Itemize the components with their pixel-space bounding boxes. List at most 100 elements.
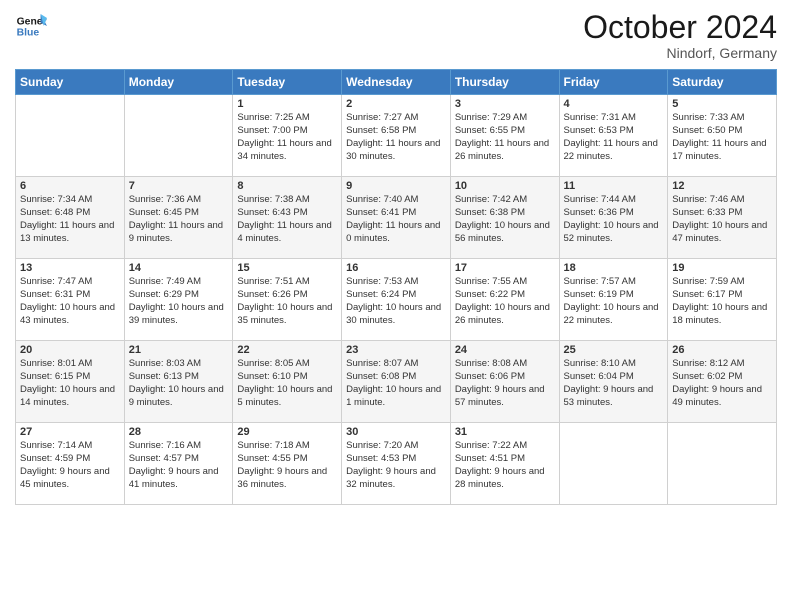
day-number: 2 bbox=[346, 98, 446, 110]
cell-content: Sunrise: 7:49 AM Sunset: 6:29 PM Dayligh… bbox=[129, 276, 229, 327]
day-number: 10 bbox=[455, 180, 555, 192]
cell-w4-d6: 25Sunrise: 8:10 AM Sunset: 6:04 PM Dayli… bbox=[559, 341, 668, 423]
cell-w4-d2: 21 Sunrise: 8:03 AM Sunset: 6:13 PM Dayli… bbox=[124, 341, 233, 423]
day-number: 29 bbox=[237, 426, 337, 438]
cell-w4-d1: 20 Sunrise: 8:01 AM Sunset: 6:15 PM Dayli… bbox=[16, 341, 125, 423]
cell-w4-d7: 26 Sunrise: 8:12 AM Sunset: 6:02 PM Dayli… bbox=[668, 341, 777, 423]
day-number: 19 bbox=[672, 262, 772, 274]
cell-w2-d7: 12 Sunrise: 7:46 AM Sunset: 6:33 PM Dayli… bbox=[668, 177, 777, 259]
cell-content: Sunrise: 8:01 AM Sunset: 6:15 PM Dayligh… bbox=[20, 358, 120, 409]
cell-content: Sunrise: 7:55 AM Sunset: 6:22 PM Dayligh… bbox=[455, 276, 555, 327]
cell-w2-d5: 10 Sunrise: 7:42 AM Sunset: 6:38 PM Dayli… bbox=[450, 177, 559, 259]
day-number: 1 bbox=[237, 98, 337, 110]
week-row-5: 27 Sunrise: 7:14 AM Sunset: 4:59 PM Dayli… bbox=[16, 423, 777, 505]
day-number: 14 bbox=[129, 262, 229, 274]
day-number: 27 bbox=[20, 426, 120, 438]
day-number: 5 bbox=[672, 98, 772, 110]
cell-content: Sunrise: 7:14 AM Sunset: 4:59 PM Dayligh… bbox=[20, 440, 120, 491]
cell-w5-d3: 29 Sunrise: 7:18 AM Sunset: 4:55 PM Dayli… bbox=[233, 423, 342, 505]
day-number: 31 bbox=[455, 426, 555, 438]
day-number: 30 bbox=[346, 426, 446, 438]
week-row-1: 1 Sunrise: 7:25 AM Sunset: 7:00 PM Daylig… bbox=[16, 95, 777, 177]
day-number: 16 bbox=[346, 262, 446, 274]
cell-content: Sunrise: 7:46 AM Sunset: 6:33 PM Dayligh… bbox=[672, 194, 772, 245]
cell-w3-d5: 17 Sunrise: 7:55 AM Sunset: 6:22 PM Dayli… bbox=[450, 259, 559, 341]
day-number: 9 bbox=[346, 180, 446, 192]
cell-content: Sunrise: 8:03 AM Sunset: 6:13 PM Dayligh… bbox=[129, 358, 229, 409]
cell-content: Sunrise: 7:27 AM Sunset: 6:58 PM Dayligh… bbox=[346, 112, 446, 163]
cell-w5-d5: 31Sunrise: 7:22 AM Sunset: 4:51 PM Dayli… bbox=[450, 423, 559, 505]
cell-content: Sunrise: 8:08 AM Sunset: 6:06 PM Dayligh… bbox=[455, 358, 555, 409]
cell-w5-d6 bbox=[559, 423, 668, 505]
cell-w1-d1 bbox=[16, 95, 125, 177]
cell-w1-d4: 2 Sunrise: 7:27 AM Sunset: 6:58 PM Daylig… bbox=[342, 95, 451, 177]
cell-w4-d3: 22Sunrise: 8:05 AM Sunset: 6:10 PM Dayli… bbox=[233, 341, 342, 423]
cell-w3-d6: 18 Sunrise: 7:57 AM Sunset: 6:19 PM Dayli… bbox=[559, 259, 668, 341]
cell-w4-d4: 23 Sunrise: 8:07 AM Sunset: 6:08 PM Dayli… bbox=[342, 341, 451, 423]
cell-w3-d4: 16 Sunrise: 7:53 AM Sunset: 6:24 PM Dayli… bbox=[342, 259, 451, 341]
svg-text:Blue: Blue bbox=[17, 28, 40, 39]
day-number: 17 bbox=[455, 262, 555, 274]
cell-w1-d7: 5 Sunrise: 7:33 AM Sunset: 6:50 PM Daylig… bbox=[668, 95, 777, 177]
cell-w1-d2 bbox=[124, 95, 233, 177]
day-number: 25 bbox=[564, 344, 664, 356]
day-number: 4 bbox=[564, 98, 664, 110]
day-number: 12 bbox=[672, 180, 772, 192]
col-saturday: Saturday bbox=[668, 70, 777, 95]
day-number: 26 bbox=[672, 344, 772, 356]
cell-w2-d6: 11Sunrise: 7:44 AM Sunset: 6:36 PM Dayli… bbox=[559, 177, 668, 259]
cell-w5-d4: 30 Sunrise: 7:20 AM Sunset: 4:53 PM Dayli… bbox=[342, 423, 451, 505]
day-number: 7 bbox=[129, 180, 229, 192]
day-number: 23 bbox=[346, 344, 446, 356]
cell-w2-d1: 6Sunrise: 7:34 AM Sunset: 6:48 PM Daylig… bbox=[16, 177, 125, 259]
day-number: 22 bbox=[237, 344, 337, 356]
day-number: 20 bbox=[20, 344, 120, 356]
cell-content: Sunrise: 7:53 AM Sunset: 6:24 PM Dayligh… bbox=[346, 276, 446, 327]
cell-content: Sunrise: 7:51 AM Sunset: 6:26 PM Dayligh… bbox=[237, 276, 337, 327]
cell-w3-d7: 19 Sunrise: 7:59 AM Sunset: 6:17 PM Dayli… bbox=[668, 259, 777, 341]
cell-content: Sunrise: 7:29 AM Sunset: 6:55 PM Dayligh… bbox=[455, 112, 555, 163]
col-thursday: Thursday bbox=[450, 70, 559, 95]
day-number: 15 bbox=[237, 262, 337, 274]
day-number: 28 bbox=[129, 426, 229, 438]
cell-content: Sunrise: 7:47 AM Sunset: 6:31 PM Dayligh… bbox=[20, 276, 120, 327]
cell-content: Sunrise: 7:20 AM Sunset: 4:53 PM Dayligh… bbox=[346, 440, 446, 491]
day-number: 18 bbox=[564, 262, 664, 274]
logo: General Blue bbox=[15, 10, 47, 42]
day-number: 8 bbox=[237, 180, 337, 192]
cell-w5-d7 bbox=[668, 423, 777, 505]
week-row-3: 13 Sunrise: 7:47 AM Sunset: 6:31 PM Dayli… bbox=[16, 259, 777, 341]
week-row-2: 6Sunrise: 7:34 AM Sunset: 6:48 PM Daylig… bbox=[16, 177, 777, 259]
cell-content: Sunrise: 7:40 AM Sunset: 6:41 PM Dayligh… bbox=[346, 194, 446, 245]
title-block: October 2024 Nindorf, Germany bbox=[583, 10, 777, 61]
calendar-table: Sunday Monday Tuesday Wednesday Thursday… bbox=[15, 69, 777, 505]
day-number: 13 bbox=[20, 262, 120, 274]
cell-w3-d2: 14 Sunrise: 7:49 AM Sunset: 6:29 PM Dayli… bbox=[124, 259, 233, 341]
cell-content: Sunrise: 7:57 AM Sunset: 6:19 PM Dayligh… bbox=[564, 276, 664, 327]
cell-content: Sunrise: 7:31 AM Sunset: 6:53 PM Dayligh… bbox=[564, 112, 664, 163]
cell-content: Sunrise: 7:25 AM Sunset: 7:00 PM Dayligh… bbox=[237, 112, 337, 163]
header-row: Sunday Monday Tuesday Wednesday Thursday… bbox=[16, 70, 777, 95]
week-row-4: 20 Sunrise: 8:01 AM Sunset: 6:15 PM Dayli… bbox=[16, 341, 777, 423]
page-header: General Blue October 2024 Nindorf, Germa… bbox=[15, 10, 777, 61]
cell-content: Sunrise: 7:42 AM Sunset: 6:38 PM Dayligh… bbox=[455, 194, 555, 245]
cell-w5-d1: 27 Sunrise: 7:14 AM Sunset: 4:59 PM Dayli… bbox=[16, 423, 125, 505]
col-wednesday: Wednesday bbox=[342, 70, 451, 95]
cell-content: Sunrise: 8:07 AM Sunset: 6:08 PM Dayligh… bbox=[346, 358, 446, 409]
day-number: 3 bbox=[455, 98, 555, 110]
cell-w1-d6: 4 Sunrise: 7:31 AM Sunset: 6:53 PM Daylig… bbox=[559, 95, 668, 177]
cell-content: Sunrise: 7:34 AM Sunset: 6:48 PM Dayligh… bbox=[20, 194, 120, 245]
cell-content: Sunrise: 8:12 AM Sunset: 6:02 PM Dayligh… bbox=[672, 358, 772, 409]
cell-w3-d3: 15 Sunrise: 7:51 AM Sunset: 6:26 PM Dayli… bbox=[233, 259, 342, 341]
day-number: 21 bbox=[129, 344, 229, 356]
cell-content: Sunrise: 7:38 AM Sunset: 6:43 PM Dayligh… bbox=[237, 194, 337, 245]
logo-icon: General Blue bbox=[15, 10, 47, 42]
cell-w5-d2: 28 Sunrise: 7:16 AM Sunset: 4:57 PM Dayli… bbox=[124, 423, 233, 505]
cell-content: Sunrise: 7:59 AM Sunset: 6:17 PM Dayligh… bbox=[672, 276, 772, 327]
cell-w4-d5: 24Sunrise: 8:08 AM Sunset: 6:06 PM Dayli… bbox=[450, 341, 559, 423]
cell-content: Sunrise: 7:18 AM Sunset: 4:55 PM Dayligh… bbox=[237, 440, 337, 491]
cell-content: Sunrise: 7:16 AM Sunset: 4:57 PM Dayligh… bbox=[129, 440, 229, 491]
cell-content: Sunrise: 7:33 AM Sunset: 6:50 PM Dayligh… bbox=[672, 112, 772, 163]
cell-w1-d3: 1 Sunrise: 7:25 AM Sunset: 7:00 PM Daylig… bbox=[233, 95, 342, 177]
cell-content: Sunrise: 7:36 AM Sunset: 6:45 PM Dayligh… bbox=[129, 194, 229, 245]
